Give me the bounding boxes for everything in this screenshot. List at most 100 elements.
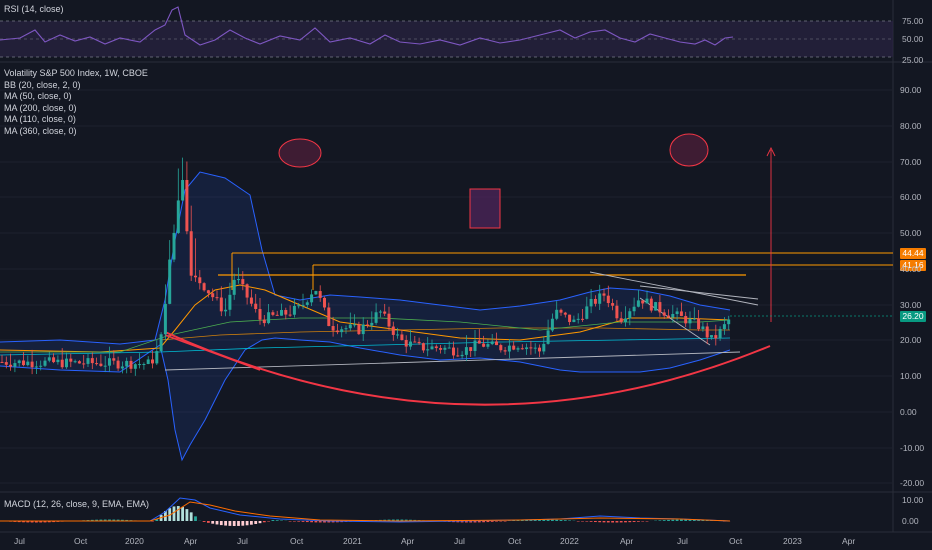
macd-bar bbox=[293, 521, 296, 522]
candle-body bbox=[245, 284, 249, 298]
price-axis-label: -20.00 bbox=[900, 478, 925, 488]
macd-bar bbox=[224, 521, 227, 526]
candle-body bbox=[464, 347, 468, 355]
macd-bar bbox=[611, 521, 614, 523]
candle-body bbox=[602, 293, 606, 296]
candle-body bbox=[662, 312, 666, 316]
candle-body bbox=[387, 313, 391, 327]
candle-body bbox=[159, 334, 163, 352]
candle-body bbox=[43, 360, 47, 366]
candle-body bbox=[90, 358, 94, 364]
candle-body bbox=[357, 324, 361, 335]
candle-body bbox=[331, 326, 335, 331]
macd-bar bbox=[250, 521, 253, 525]
candle-body bbox=[86, 358, 90, 364]
candle-body bbox=[473, 340, 477, 351]
candle-body bbox=[426, 349, 430, 351]
candle-body bbox=[632, 306, 636, 312]
time-axis-label: Apr bbox=[401, 536, 415, 546]
candle-body bbox=[327, 307, 331, 327]
candle-body bbox=[151, 359, 154, 364]
candle-body bbox=[323, 297, 326, 308]
candle-body bbox=[39, 365, 43, 367]
candle-body bbox=[529, 347, 533, 349]
candle-body bbox=[525, 347, 529, 350]
candle-body bbox=[675, 311, 679, 315]
macd-bar bbox=[581, 521, 584, 522]
candle-body bbox=[482, 343, 486, 347]
candle-body bbox=[288, 314, 292, 316]
macd-bar bbox=[671, 519, 675, 521]
macd-bar bbox=[151, 521, 154, 522]
macd-bar bbox=[275, 520, 279, 521]
candle-body bbox=[103, 365, 107, 367]
candle-body bbox=[374, 312, 378, 323]
candle-body bbox=[348, 324, 352, 329]
rsi-axis-label: 50.00 bbox=[902, 34, 924, 44]
candle-body bbox=[378, 311, 382, 313]
candle-body bbox=[280, 310, 283, 316]
macd-bar bbox=[181, 506, 184, 521]
candle-body bbox=[512, 345, 516, 350]
macd-bar bbox=[658, 520, 662, 521]
indicator-ma360: MA (360, close, 0) bbox=[4, 125, 77, 136]
candle-body bbox=[546, 330, 550, 344]
macd-bar bbox=[486, 521, 490, 523]
candle-body bbox=[727, 319, 731, 325]
time-axis-label: Oct bbox=[729, 536, 743, 546]
candle-body bbox=[301, 304, 305, 306]
candle-body bbox=[671, 314, 675, 318]
candle-body bbox=[73, 361, 77, 363]
rsi-axis-label: 75.00 bbox=[902, 16, 924, 26]
price-axis-label: 60.00 bbox=[900, 192, 922, 202]
macd-bar bbox=[606, 521, 610, 523]
candle-body bbox=[69, 358, 73, 362]
macd-bar bbox=[641, 521, 645, 522]
candle-body bbox=[241, 279, 245, 285]
macd-bar bbox=[555, 519, 559, 521]
macd-bar bbox=[585, 521, 589, 522]
macd-bar bbox=[301, 521, 305, 522]
candle-body bbox=[60, 359, 64, 368]
macd-bar bbox=[680, 519, 683, 521]
candle-body bbox=[305, 302, 309, 305]
candle-body bbox=[658, 302, 662, 313]
candle-body bbox=[284, 310, 288, 315]
macd-bar bbox=[662, 520, 666, 521]
candle-body bbox=[232, 279, 236, 295]
macd-bar bbox=[267, 521, 270, 522]
highlight-ellipse-1 bbox=[278, 138, 322, 168]
candle-body bbox=[262, 319, 266, 324]
candle-body bbox=[636, 300, 640, 307]
candle-body bbox=[353, 324, 357, 326]
candle-body bbox=[30, 361, 34, 368]
macd-bar bbox=[310, 521, 313, 523]
candle-body bbox=[460, 354, 464, 357]
candle-body bbox=[533, 347, 537, 349]
macd-bar bbox=[172, 506, 176, 521]
candle-body bbox=[314, 291, 318, 295]
price-tag-last: 26.20 bbox=[900, 311, 926, 322]
time-axis-label: Jul bbox=[454, 536, 465, 546]
price-axis-label: 70.00 bbox=[900, 157, 922, 167]
macd-bar bbox=[598, 521, 602, 523]
candle-body bbox=[421, 343, 425, 351]
candle-body bbox=[585, 306, 589, 319]
candle-body bbox=[452, 347, 455, 356]
macd-bar bbox=[202, 521, 206, 522]
candle-body bbox=[555, 309, 559, 319]
candle-body bbox=[542, 343, 546, 352]
candle-body bbox=[714, 335, 718, 339]
macd-bar bbox=[559, 519, 563, 521]
candle-body bbox=[292, 305, 296, 315]
bollinger-band-fill bbox=[0, 172, 730, 460]
candle-body bbox=[443, 347, 447, 350]
candle-body bbox=[26, 361, 30, 366]
macd-bar bbox=[675, 519, 679, 521]
macd-bar bbox=[637, 521, 640, 522]
candle-body bbox=[0, 361, 4, 363]
macd-bar bbox=[499, 521, 503, 522]
indicator-ma110: MA (110, close, 0) bbox=[4, 114, 76, 124]
candle-body bbox=[520, 348, 524, 350]
price-tag-44: 44.44 bbox=[900, 248, 926, 259]
